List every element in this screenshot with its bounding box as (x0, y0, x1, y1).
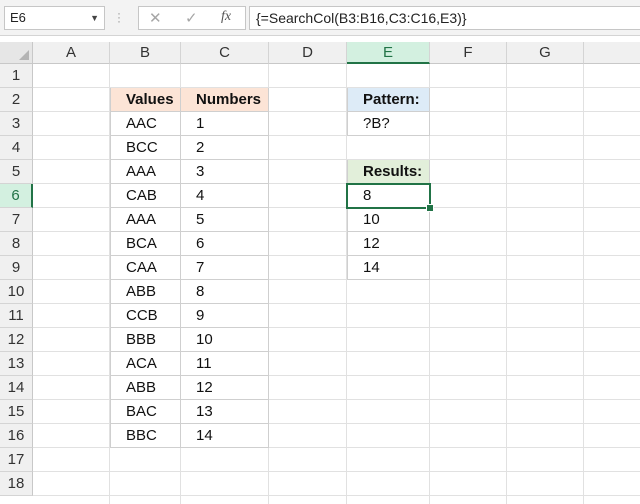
gridline (33, 471, 640, 472)
table-cell-number[interactable]: 7 (181, 256, 269, 280)
row-header-15[interactable]: 15 (0, 400, 33, 424)
row-header-3[interactable]: 3 (0, 112, 33, 136)
results-header[interactable]: Results: (347, 160, 430, 184)
formula-buttons: ✕ ✓ fx (138, 6, 246, 30)
drag-handle-icon[interactable]: · · · (117, 7, 121, 27)
result-cell[interactable]: 12 (347, 232, 430, 256)
header-numbers[interactable]: Numbers (181, 88, 269, 112)
table-cell-value[interactable]: BBC (110, 424, 181, 448)
result-cell[interactable]: 10 (347, 208, 430, 232)
table-cell-value[interactable]: ABB (110, 280, 181, 304)
row-header-2[interactable]: 2 (0, 88, 33, 112)
table-cell-number[interactable]: 13 (181, 400, 269, 424)
table-cell-number[interactable]: 1 (181, 112, 269, 136)
row-header-8[interactable]: 8 (0, 232, 33, 256)
gridline (506, 64, 507, 504)
row-header-17[interactable]: 17 (0, 448, 33, 472)
table-cell-number[interactable]: 5 (181, 208, 269, 232)
table-cell-number[interactable]: 10 (181, 328, 269, 352)
row-header-14[interactable]: 14 (0, 376, 33, 400)
select-all-button[interactable] (0, 42, 33, 64)
table-cell-value[interactable]: BBB (110, 328, 181, 352)
table-cell-value[interactable]: CCB (110, 304, 181, 328)
pattern-value[interactable]: ?B? (347, 112, 430, 136)
result-cell[interactable]: 14 (347, 256, 430, 280)
table-cell-value[interactable]: BCA (110, 232, 181, 256)
table-cell-number[interactable]: 9 (181, 304, 269, 328)
table-cell-number[interactable]: 4 (181, 184, 269, 208)
row-header-18[interactable]: 18 (0, 472, 33, 496)
formula-input[interactable]: {=SearchCol(B3:B16,C3:C16,E3)} (249, 6, 640, 30)
row-header-11[interactable]: 11 (0, 304, 33, 328)
name-box-value: E6 (10, 10, 26, 25)
row-header-12[interactable]: 12 (0, 328, 33, 352)
table-cell-value[interactable]: AAA (110, 160, 181, 184)
enter-icon[interactable]: ✓ (185, 9, 198, 27)
column-header-d[interactable]: D (269, 42, 347, 64)
row-header-16[interactable]: 16 (0, 424, 33, 448)
formula-bar: E6 ▼ · · · ✕ ✓ fx {=SearchCol(B3:B16,C3:C1… (0, 0, 640, 36)
column-header-e[interactable]: E (347, 42, 430, 64)
row-header-6[interactable]: 6 (0, 184, 33, 208)
column-header-f[interactable]: F (430, 42, 507, 64)
column-header-a[interactable]: A (33, 42, 110, 64)
table-cell-value[interactable]: ACA (110, 352, 181, 376)
table-cell-value[interactable]: AAC (110, 112, 181, 136)
column-header-c[interactable]: C (181, 42, 269, 64)
table-cell-number[interactable]: 12 (181, 376, 269, 400)
name-box[interactable]: E6 ▼ (4, 6, 105, 30)
table-cell-number[interactable]: 8 (181, 280, 269, 304)
row-header-5[interactable]: 5 (0, 160, 33, 184)
row-header-4[interactable]: 4 (0, 136, 33, 160)
fill-handle[interactable] (426, 204, 434, 212)
table-cell-value[interactable]: ABB (110, 376, 181, 400)
cancel-icon[interactable]: ✕ (149, 9, 162, 27)
row-header-9[interactable]: 9 (0, 256, 33, 280)
column-header-b[interactable]: B (110, 42, 181, 64)
table-cell-number[interactable]: 3 (181, 160, 269, 184)
row-header-10[interactable]: 10 (0, 280, 33, 304)
insert-function-icon[interactable]: fx (221, 9, 231, 25)
row-header-13[interactable]: 13 (0, 352, 33, 376)
column-header-g[interactable]: G (507, 42, 584, 64)
table-cell-value[interactable]: AAA (110, 208, 181, 232)
gridline (33, 495, 640, 496)
select-all-icon (19, 50, 29, 60)
row-header-1[interactable]: 1 (0, 64, 33, 88)
row-header-7[interactable]: 7 (0, 208, 33, 232)
header-values[interactable]: Values (110, 88, 181, 112)
active-cell-border (346, 183, 431, 209)
chevron-down-icon[interactable]: ▼ (90, 7, 99, 29)
table-cell-value[interactable]: CAB (110, 184, 181, 208)
column-header-h[interactable] (584, 42, 640, 64)
table-cell-number[interactable]: 14 (181, 424, 269, 448)
table-cell-number[interactable]: 11 (181, 352, 269, 376)
pattern-header[interactable]: Pattern: (347, 88, 430, 112)
table-cell-number[interactable]: 2 (181, 136, 269, 160)
table-cell-value[interactable]: BAC (110, 400, 181, 424)
table-cell-value[interactable]: CAA (110, 256, 181, 280)
table-cell-number[interactable]: 6 (181, 232, 269, 256)
gridline (583, 64, 584, 504)
table-cell-value[interactable]: BCC (110, 136, 181, 160)
